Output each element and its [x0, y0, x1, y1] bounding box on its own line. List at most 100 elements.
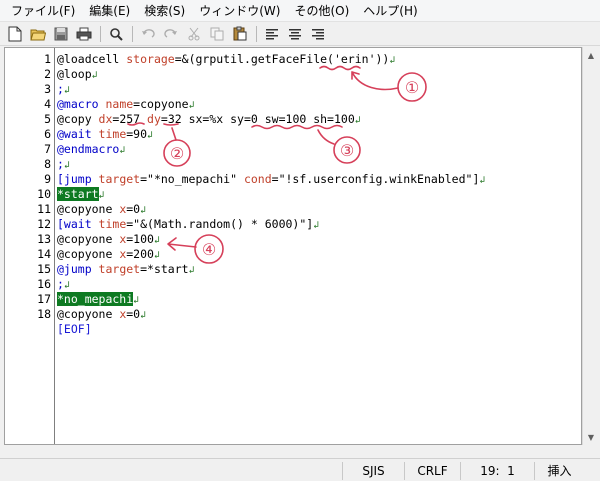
eol-marker-icon: ↲	[153, 250, 160, 261]
code-token: =&(grputil.getFaceFile('erin'))	[174, 52, 390, 66]
line-number: 11	[37, 202, 51, 216]
eol-marker-icon: ↲	[188, 100, 195, 111]
code-line[interactable]: @loop↲	[57, 67, 98, 82]
open-folder-icon[interactable]	[27, 24, 49, 44]
code-token: target	[98, 172, 141, 186]
status-bar: SJIS CRLF 19: 1 挿入	[0, 458, 600, 481]
code-line[interactable]: [jump target="*no_mepachi" cond="!sf.use…	[57, 172, 485, 187]
eol-marker-icon: ↲	[354, 115, 361, 126]
code-token: @copyone	[57, 247, 120, 261]
vertical-scrollbar[interactable]: ▲ ▼	[582, 47, 599, 445]
code-line[interactable]: *no_mepachi↲	[57, 292, 139, 307]
label-token: *no_mepachi	[57, 292, 134, 306]
new-file-icon[interactable]	[4, 24, 26, 44]
code-token: @wait	[57, 127, 99, 141]
save-icon[interactable]	[50, 24, 72, 44]
line-number: 9	[44, 172, 51, 186]
code-token: dy	[147, 112, 161, 126]
menu-help[interactable]: ヘルプ(H)	[356, 1, 424, 21]
code-token: =0	[126, 202, 141, 216]
status-insert-mode[interactable]: 挿入	[534, 462, 584, 480]
code-token: ;	[57, 82, 64, 96]
code-token: @endmacro	[57, 142, 120, 156]
print-icon[interactable]	[73, 24, 95, 44]
code-token: cond	[243, 172, 272, 186]
align-right-icon[interactable]	[307, 24, 329, 44]
redo-icon[interactable]	[160, 24, 182, 44]
eol-marker-icon: ↲	[313, 220, 320, 231]
eol-marker-icon: ↲	[147, 130, 154, 141]
eol-marker-icon: ↲	[91, 70, 98, 81]
line-number: 13	[37, 232, 51, 246]
code-token: ="!sf.userconfig.winkEnabled"]	[271, 172, 480, 186]
code-area[interactable]: @loadcell storage=&(grputil.getFaceFile(…	[57, 48, 581, 444]
eol-marker-icon: ↲	[188, 265, 195, 276]
cut-icon[interactable]	[183, 24, 205, 44]
undo-icon[interactable]	[137, 24, 159, 44]
code-line[interactable]: @endmacro↲	[57, 142, 125, 157]
code-token: @jump	[57, 262, 99, 276]
code-token: @loop	[57, 67, 92, 81]
code-line[interactable]: *start↲	[57, 187, 105, 202]
line-number: 4	[44, 97, 51, 111]
code-line[interactable]: @copyone x=0↲	[57, 202, 146, 217]
eol-marker-icon: ↲	[133, 295, 140, 306]
line-number: 12	[37, 217, 51, 231]
code-token: ;	[57, 157, 64, 171]
menu-file[interactable]: ファイル(F)	[4, 1, 82, 21]
code-line[interactable]: @macro name=copyone↲	[57, 97, 195, 112]
copy-icon[interactable]	[206, 24, 228, 44]
line-number: 8	[44, 157, 51, 171]
code-token: ="*no_mepachi"	[140, 172, 244, 186]
code-token: ="&(Math.random() * 6000)"]	[126, 217, 314, 231]
code-token: [jump	[57, 172, 99, 186]
eol-marker-icon: ↲	[140, 205, 147, 216]
code-line[interactable]: ;↲	[57, 82, 70, 97]
code-token: dx	[98, 112, 113, 126]
code-token: ;	[57, 277, 64, 291]
align-center-icon[interactable]	[284, 24, 306, 44]
code-token: @copyone	[57, 232, 120, 246]
code-line[interactable]: [wait time="&(Math.random() * 6000)"]↲	[57, 217, 319, 232]
text-editor[interactable]: 1 2 3 4 5 6 7 8 9 10 11 12 13 14 15 16 17 18 @loadcell st…	[4, 47, 582, 445]
code-line[interactable]: @copyone x=0↲	[57, 307, 146, 322]
find-icon[interactable]	[105, 24, 127, 44]
code-line[interactable]: @copyone x=200↲	[57, 247, 160, 262]
menu-window[interactable]: ウィンドウ(W)	[192, 1, 287, 21]
eol-marker-icon: ↲	[63, 280, 70, 291]
status-line-ending[interactable]: CRLF	[404, 462, 460, 480]
line-number-gutter: 1 2 3 4 5 6 7 8 9 10 11 12 13 14 15 16 17 18	[5, 48, 55, 444]
line-number: 10	[37, 187, 51, 201]
code-token: =90	[126, 127, 148, 141]
code-line[interactable]: ;↲	[57, 157, 70, 172]
toolbar-separator	[132, 25, 133, 42]
code-line[interactable]: ;↲	[57, 277, 70, 292]
menu-other[interactable]: その他(O)	[287, 1, 356, 21]
scroll-up-icon[interactable]: ▲	[583, 47, 599, 63]
line-number: 2	[44, 67, 51, 81]
eol-marker-icon: ↲	[63, 85, 70, 96]
align-left-icon[interactable]	[261, 24, 283, 44]
code-token: =0	[126, 307, 141, 321]
code-line[interactable]: @wait time=90↲	[57, 127, 153, 142]
line-number: 17	[37, 292, 51, 306]
paste-icon[interactable]	[229, 24, 251, 44]
scroll-down-icon[interactable]: ▼	[583, 429, 599, 445]
code-token: @macro	[57, 97, 106, 111]
status-encoding[interactable]: SJIS	[342, 462, 404, 480]
code-line[interactable]: @jump target=*start↲	[57, 262, 195, 277]
status-cursor-position: 19: 1	[460, 462, 534, 480]
eol-marker-icon: ↲	[98, 190, 105, 201]
eof-marker: [EOF]	[57, 322, 92, 336]
menu-search[interactable]: 検索(S)	[137, 1, 192, 21]
code-token: =*start	[140, 262, 189, 276]
menu-bar: ファイル(F) 編集(E) 検索(S) ウィンドウ(W) その他(O) ヘルプ(…	[0, 0, 600, 22]
code-line[interactable]: @copy dx=257 dy=32 sx=%x sy=0 sw=100 sh=…	[57, 112, 361, 127]
code-line[interactable]: @loadcell storage=&(grputil.getFaceFile(…	[57, 52, 395, 67]
line-number: 18	[37, 307, 51, 321]
code-token: @loadcell	[57, 52, 127, 66]
menu-edit[interactable]: 編集(E)	[82, 1, 137, 21]
code-token: @copyone	[57, 307, 120, 321]
line-number: 1	[44, 52, 51, 66]
code-line[interactable]: @copyone x=100↲	[57, 232, 160, 247]
